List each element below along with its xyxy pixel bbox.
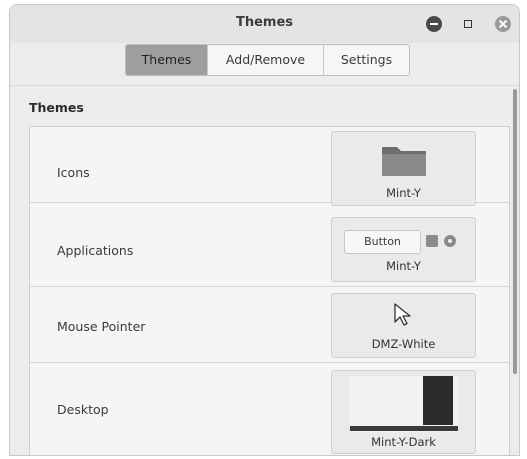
tab-bar: Themes Add/Remove Settings [125, 44, 410, 76]
desktop-theme-button[interactable]: Mint-Y-Dark [331, 370, 476, 454]
desktop-theme-value: Mint-Y-Dark [371, 435, 436, 449]
close-button[interactable] [495, 16, 511, 32]
themes-window: Themes Themes Add/Remove Settings Themes… [9, 4, 520, 456]
row-icons: Icons Mint-Y [30, 127, 509, 206]
cursor-icon [394, 303, 411, 326]
divider [10, 85, 519, 86]
row-mouse-pointer: Mouse Pointer DMZ-White [30, 287, 509, 363]
desktop-thumbnail [350, 376, 458, 432]
cursor-theme-value: DMZ-White [371, 337, 436, 351]
row-applications: Applications Button Mint-Y [30, 211, 509, 287]
themes-list: Icons Mint-Y Applications Button Mint-Y … [29, 126, 510, 455]
icons-theme-value: Mint-Y [386, 186, 421, 200]
tab-themes[interactable]: Themes [126, 45, 208, 75]
scrollbar[interactable] [513, 89, 517, 374]
applications-theme-button[interactable]: Button Mint-Y [331, 217, 476, 282]
cursor-theme-button[interactable]: DMZ-White [331, 293, 476, 358]
minimize-button[interactable] [426, 16, 442, 32]
row-desktop: Desktop Mint-Y-Dark [30, 364, 509, 455]
section-title: Themes [29, 100, 84, 115]
maximize-button[interactable] [460, 16, 476, 32]
row-label-desktop: Desktop [57, 402, 109, 417]
row-label-icons: Icons [57, 165, 90, 180]
radio-preview-icon [444, 235, 456, 247]
window-title: Themes [235, 15, 294, 30]
row-label-mouse-pointer: Mouse Pointer [57, 319, 146, 334]
preview-button: Button [344, 230, 421, 254]
applications-theme-value: Mint-Y [386, 259, 421, 273]
desktop-preview-panel [423, 376, 453, 425]
folder-icon [382, 147, 426, 176]
desktop-preview-taskbar [350, 426, 458, 431]
tab-settings[interactable]: Settings [324, 45, 409, 75]
checkbox-preview-icon [426, 235, 438, 247]
titlebar: Themes [10, 5, 519, 43]
tab-add-remove[interactable]: Add/Remove [208, 45, 324, 75]
row-label-applications: Applications [57, 243, 134, 258]
icons-theme-button[interactable]: Mint-Y [331, 131, 476, 206]
